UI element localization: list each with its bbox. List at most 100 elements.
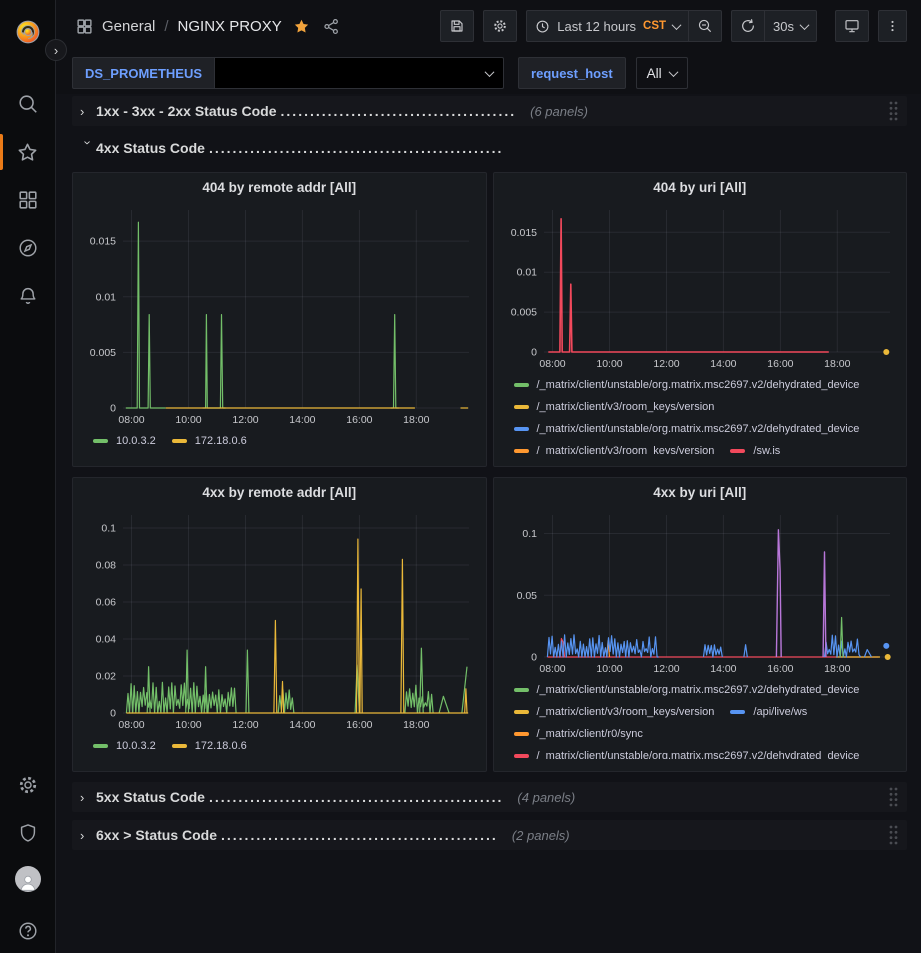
panel-title[interactable]: 4xx by remote addr [All] — [83, 485, 476, 505]
tv-mode-button[interactable] — [835, 10, 869, 42]
legend-series-dash — [514, 427, 529, 431]
time-range-picker[interactable]: Last 12 hours CST — [526, 10, 688, 42]
legend-item[interactable]: /_matrix/client/unstable/org.matrix.msc2… — [514, 418, 860, 440]
top-navigation-bar: General / NGINX PROXY — [56, 0, 921, 52]
row-title-dots: ........................................ — [281, 103, 517, 119]
chevron-down-icon — [485, 67, 495, 77]
row-6xx[interactable]: › 6xx > Status Code ....................… — [72, 820, 907, 850]
panel-4xx-by-uri: 4xx by uri [All] 08:0010:0012:0014:0016:… — [493, 477, 908, 772]
legend-series-label: /_matrix/client/v3/room_keys/version — [537, 706, 715, 718]
svg-text:0.02: 0.02 — [96, 671, 117, 683]
legend-item[interactable]: /_matrix/client/v3/room_keys/version — [514, 396, 715, 418]
row-title-dots: ........................................… — [209, 789, 503, 805]
save-dashboard-button[interactable] — [440, 10, 474, 42]
legend-series-dash — [93, 439, 108, 443]
svg-text:0: 0 — [531, 347, 537, 359]
svg-text:16:00: 16:00 — [767, 663, 793, 675]
favorite-star-icon[interactable] — [291, 18, 312, 35]
svg-text:0.015: 0.015 — [510, 227, 536, 239]
svg-text:14:00: 14:00 — [289, 719, 315, 731]
legend-item[interactable]: /sw.js — [730, 440, 780, 454]
svg-text:0.005: 0.005 — [510, 307, 536, 319]
legend-item[interactable]: /api/live/ws — [730, 701, 807, 723]
svg-text:0.015: 0.015 — [90, 236, 116, 248]
time-range-label: Last 12 hours — [557, 19, 636, 34]
legend-series-dash — [514, 710, 529, 714]
chevron-right-icon: › — [80, 104, 96, 119]
svg-text:16:00: 16:00 — [767, 358, 793, 370]
legend-series-label: /_matrix/client/r0/sync — [537, 728, 643, 740]
chevron-down-icon — [800, 20, 810, 30]
legend-item[interactable]: /_matrix/client/r0/sync — [514, 723, 643, 745]
user-avatar[interactable] — [0, 857, 56, 901]
alerting-bell-icon[interactable] — [0, 274, 56, 318]
row-5xx[interactable]: › 5xx Status Code ......................… — [72, 782, 907, 812]
svg-text:16:00: 16:00 — [346, 414, 372, 426]
row-panel-count: (4 panels) — [517, 790, 575, 805]
request-host-value: All — [647, 66, 662, 81]
legend-series-label: 172.18.0.6 — [195, 435, 247, 447]
panel-grid: 404 by remote addr [All] 08:0010:0012:00… — [72, 172, 907, 772]
legend-series-label: /_matrix/client/v3/room_keys/version — [537, 401, 715, 413]
svg-text:0: 0 — [110, 403, 116, 415]
svg-text:12:00: 12:00 — [232, 414, 258, 426]
zoom-out-time-button[interactable] — [688, 10, 722, 42]
dashboard-settings-button[interactable] — [483, 10, 517, 42]
legend-item[interactable]: /_matrix/client/unstable/org.matrix.msc2… — [514, 679, 860, 701]
legend-item[interactable]: /_matrix/client/unstable/org.matrix.msc2… — [514, 745, 860, 759]
panel-4xx-by-remote-addr: 4xx by remote addr [All] 08:0010:0012:00… — [72, 477, 487, 772]
panel-legend: /_matrix/client/unstable/org.matrix.msc2… — [504, 374, 897, 454]
panel-title[interactable]: 4xx by uri [All] — [504, 485, 897, 505]
share-icon[interactable] — [321, 18, 342, 35]
legend-series-label: /_matrix/client/unstable/org.matrix.msc2… — [537, 423, 860, 435]
dashboards-icon[interactable] — [0, 178, 56, 222]
request-host-select[interactable]: All — [636, 57, 688, 89]
refresh-interval-picker[interactable]: 30s — [764, 10, 817, 42]
timeseries-chart[interactable]: 08:0010:0012:0014:0016:0018:0000.050.1 — [504, 507, 898, 679]
drag-handle-icon[interactable] — [888, 100, 899, 122]
svg-text:0: 0 — [110, 708, 116, 720]
row-1xx-3xx-2xx[interactable]: › 1xx - 3xx - 2xx Status Code ..........… — [72, 96, 907, 126]
search-icon[interactable] — [0, 82, 56, 126]
svg-text:10:00: 10:00 — [596, 358, 622, 370]
expand-sidebar-button[interactable]: › — [45, 39, 67, 61]
refresh-button[interactable] — [731, 10, 764, 42]
chevron-right-icon: › — [80, 828, 96, 843]
legend-item[interactable]: 172.18.0.6 — [172, 430, 247, 452]
explore-compass-icon[interactable] — [0, 226, 56, 270]
row-title: 1xx - 3xx - 2xx Status Code — [96, 103, 277, 119]
legend-item[interactable]: /_matrix/client/v3/room_keys/version — [514, 440, 715, 454]
help-icon[interactable] — [0, 909, 56, 953]
svg-text:0.05: 0.05 — [516, 590, 537, 602]
panel-title[interactable]: 404 by uri [All] — [504, 180, 897, 200]
kebab-menu-button[interactable] — [878, 10, 907, 42]
chevron-down-icon — [672, 20, 682, 30]
timeseries-chart[interactable]: 08:0010:0012:0014:0016:0018:0000.020.040… — [83, 507, 477, 735]
panel-legend: 10.0.3.2 172.18.0.6 — [83, 430, 476, 456]
svg-text:12:00: 12:00 — [653, 358, 679, 370]
legend-item[interactable]: 10.0.3.2 — [93, 430, 156, 452]
legend-series-label: 10.0.3.2 — [116, 740, 156, 752]
legend-item[interactable]: 172.18.0.6 — [172, 735, 247, 757]
row-4xx[interactable]: › 4xx Status Code ......................… — [72, 134, 907, 162]
drag-handle-icon[interactable] — [888, 786, 899, 808]
legend-series-label: /api/live/ws — [753, 706, 807, 718]
svg-text:08:00: 08:00 — [539, 358, 565, 370]
breadcrumb-folder[interactable]: General — [102, 18, 155, 35]
server-admin-shield-icon[interactable] — [0, 811, 56, 855]
timeseries-chart[interactable]: 08:0010:0012:0014:0016:0018:0000.0050.01… — [504, 202, 898, 374]
starred-dashboards-icon[interactable] — [0, 130, 56, 174]
legend-item[interactable]: /_matrix/client/v3/room_keys/version — [514, 701, 715, 723]
timeseries-chart[interactable]: 08:0010:0012:0014:0016:0018:0000.0050.01… — [83, 202, 477, 430]
legend-item[interactable]: 10.0.3.2 — [93, 735, 156, 757]
legend-item[interactable]: /_matrix/client/unstable/org.matrix.msc2… — [514, 374, 860, 396]
settings-gear-icon[interactable] — [0, 763, 56, 807]
dashboard-variables-bar: DS_PROMETHEUS request_host All — [56, 52, 921, 94]
svg-text:0.01: 0.01 — [96, 291, 117, 303]
datasource-select[interactable] — [214, 57, 504, 89]
panel-title[interactable]: 404 by remote addr [All] — [83, 180, 476, 200]
drag-handle-icon[interactable] — [888, 824, 899, 846]
svg-text:0.04: 0.04 — [96, 634, 117, 646]
panel-404-by-uri: 404 by uri [All] 08:0010:0012:0014:0016:… — [493, 172, 908, 467]
legend-series-dash — [172, 439, 187, 443]
